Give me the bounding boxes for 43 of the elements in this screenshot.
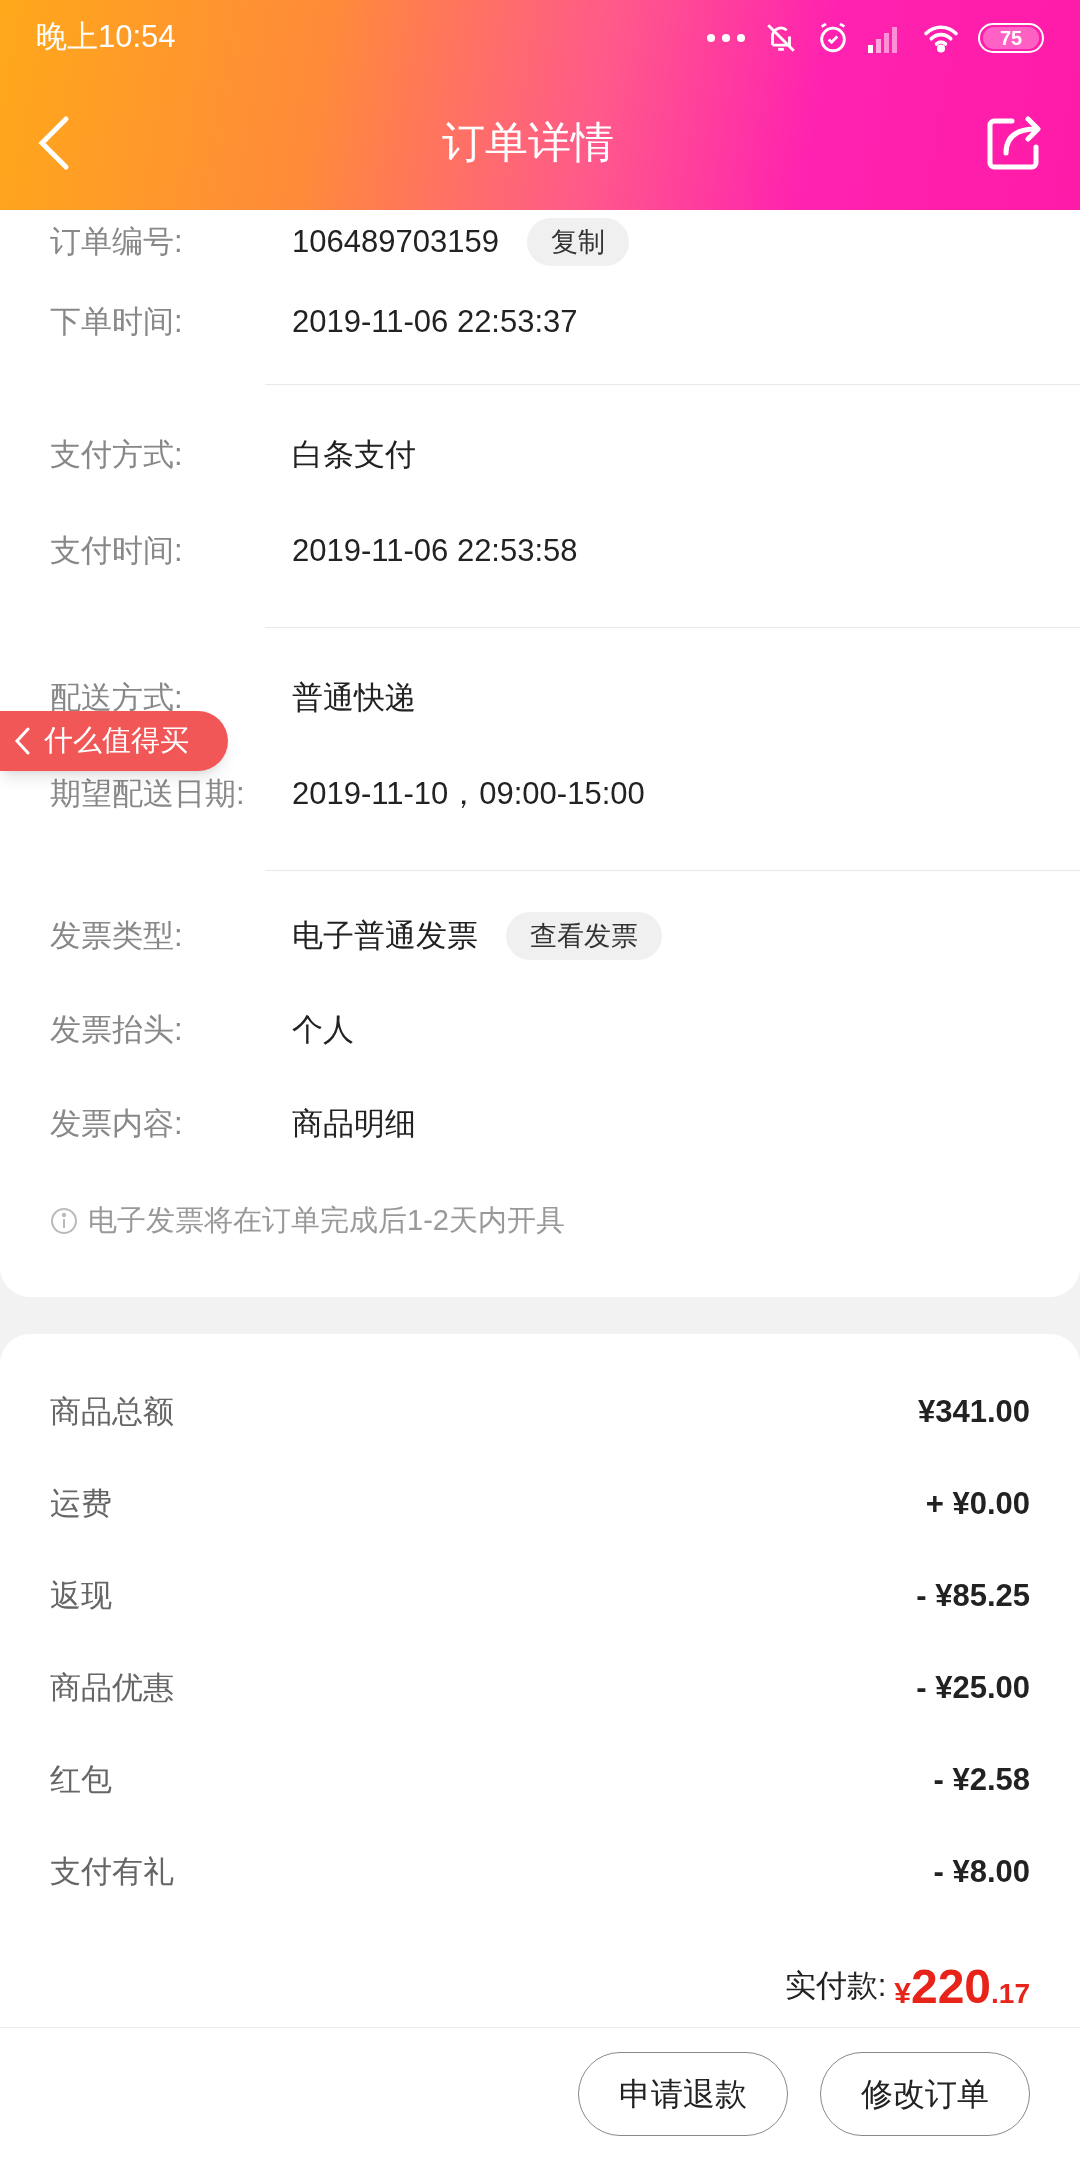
price-label: 返现 [50,1576,112,1615]
price-label: 运费 [50,1484,112,1523]
order-action-button[interactable]: 申请退款 [578,2052,788,2136]
total-label: 实付款: [784,1966,887,2005]
price-value: - ¥85.25 [916,1576,1030,1615]
price-value: - ¥25.00 [916,1668,1030,1707]
field-action-button[interactable]: 复制 [526,218,629,266]
field-action-button[interactable]: 查看发票 [506,912,662,960]
field-value: 2019-11-10，09:00-15:00 [292,774,645,813]
field-label: 期望配送日期: [50,774,246,813]
price-label: 商品优惠 [50,1668,174,1707]
status-time: 晚上10:54 [36,18,176,57]
field-value: 2019-11-06 22:53:37 [292,302,578,341]
field-label: 支付时间: [50,531,184,570]
battery-icon: 75 [978,22,1044,53]
field-value: 106489703159 [292,222,499,261]
field-label: 订单编号: [50,222,184,261]
field-value: 电子普通发票 [292,916,478,955]
more-dots-icon [706,32,746,43]
price-value: ¥341.00 [917,1392,1030,1431]
info-icon [50,1207,78,1235]
field-label: 发票类型: [50,916,184,955]
price-value: + ¥0.00 [925,1484,1030,1523]
price-value: - ¥2.58 [933,1760,1030,1799]
field-label: 发票抬头: [50,1010,184,1049]
price-label: 红包 [50,1760,112,1799]
price-value: - ¥8.00 [933,1852,1030,1891]
field-value: 商品明细 [292,1104,416,1143]
price-label: 支付有礼 [50,1852,174,1891]
invoice-note: 电子发票将在订单完成后1-2天内开具 [88,1203,565,1239]
total-amount: ¥220.17 [894,1963,1030,2011]
price-label: 商品总额 [50,1392,174,1431]
field-value: 普通快递 [292,678,416,717]
field-label: 下单时间: [50,302,184,341]
field-label: 支付方式: [50,435,184,474]
field-value: 2019-11-06 22:53:58 [292,531,578,570]
page-title: 订单详情 [442,117,614,169]
chevron-left-icon [14,727,30,755]
wifi-icon [922,22,960,53]
order-action-button[interactable]: 修改订单 [820,2052,1030,2136]
field-label: 发票内容: [50,1104,184,1143]
field-value: 个人 [292,1010,354,1049]
field-value: 白条支付 [292,435,416,474]
